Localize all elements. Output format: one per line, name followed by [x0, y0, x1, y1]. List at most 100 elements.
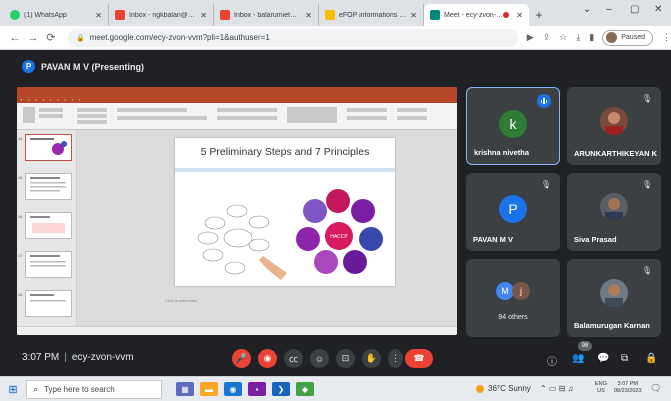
tab-whatsapp[interactable]: (1) WhatsApp ✕	[4, 4, 109, 26]
notes-pane[interactable]: Click to add notes	[165, 298, 197, 303]
profile-status: Paused	[621, 34, 645, 41]
others-avatars: M j	[496, 282, 530, 300]
chrome-icon[interactable]: ◉	[224, 382, 242, 396]
share-icon[interactable]: ⇪	[543, 32, 551, 43]
app-icon[interactable]: ▪	[248, 382, 266, 396]
close-window-button[interactable]: ✕	[654, 4, 662, 15]
participant-tile-arunkarthikeyan[interactable]: 🎙 ARUNKARTHIKEYAN K	[567, 87, 661, 165]
chat-icon[interactable]: 💬	[597, 353, 609, 364]
meeting-details-icon[interactable]: ⓘ	[547, 353, 557, 368]
meet-icon	[430, 10, 440, 20]
slide-thumbnail[interactable]	[25, 251, 72, 278]
speaking-indicator-icon	[537, 94, 551, 108]
mic-off-icon: 🎙	[641, 266, 652, 275]
slide-thumbnail[interactable]	[25, 290, 72, 317]
tab-title: Meet - ecy-zvon-vvm	[444, 11, 504, 19]
participant-name: ARUNKARTHIKEYAN K	[574, 149, 658, 158]
ppt-ribbon	[17, 103, 457, 130]
others-count: 94 others	[498, 314, 528, 321]
taskbar-clock[interactable]: 3:07 PM 08/23/2023	[614, 381, 642, 395]
profile-button[interactable]: Paused	[602, 29, 653, 46]
taskbar-search-input[interactable]: ⌕ Type here to search	[26, 379, 162, 399]
close-tab-icon[interactable]: ✕	[410, 11, 417, 20]
close-tab-icon[interactable]: ✕	[200, 11, 207, 20]
presenter-avatar: P	[22, 60, 35, 73]
weather-widget[interactable]: 36°C Sunny	[476, 384, 531, 393]
search-placeholder: Type here to search	[44, 384, 115, 394]
notification-icon[interactable]: 🗨	[650, 383, 661, 394]
captions-button[interactable]: ㏄	[284, 349, 303, 368]
close-tab-icon[interactable]: ✕	[516, 11, 523, 20]
url-input[interactable]: 🔒 meet.google.com/ecy-zvon-vvm?pli=1&aut…	[67, 28, 518, 47]
emoji-icon: ☺	[314, 353, 325, 364]
participant-tile-siva[interactable]: 🎙 Siva Prasad	[567, 173, 661, 251]
presentation-screen: ▪ ▪ ▪ ▪ ▪ ▪ ▪ ▪ ▪ 14 15 16 17 18 5 Preli…	[17, 87, 457, 335]
participant-name: Siva Prasad	[574, 235, 617, 244]
tab-title: Inbox - balarumiet@gm	[234, 11, 302, 19]
forward-icon[interactable]: →	[24, 32, 42, 44]
participant-tile-others[interactable]: M j 94 others	[466, 259, 560, 337]
gmail-icon	[220, 10, 230, 20]
system-tray-icons[interactable]: ⌃ ▭ ⊟ ♫	[540, 384, 574, 393]
current-slide[interactable]: 5 Preliminary Steps and 7 Principles HAC…	[175, 138, 395, 286]
leave-call-button[interactable]: ☎	[405, 349, 433, 368]
close-tab-icon[interactable]: ✕	[95, 11, 102, 20]
activities-icon[interactable]: ⧉	[621, 353, 628, 364]
lock-icon[interactable]: 🔒	[76, 34, 85, 42]
restore-button[interactable]: ▢	[630, 4, 639, 15]
search-icon: ⌕	[33, 383, 39, 394]
minimize-button[interactable]: –	[606, 4, 612, 15]
slide-thumbnail[interactable]	[25, 134, 72, 161]
browser-tab-bar: (1) WhatsApp ✕ Inbox - ngkbalan@gmail ✕ …	[0, 0, 671, 26]
more-options-button[interactable]: ⋮	[388, 349, 403, 368]
participant-tile-pavan[interactable]: 🎙 P PAVAN M V	[466, 173, 560, 251]
haccp-diagram: HACCP	[197, 189, 383, 280]
lang-top: ENG	[595, 381, 607, 387]
app-icon[interactable]: ❯	[272, 382, 290, 396]
app-icon[interactable]: ◆	[296, 382, 314, 396]
slide-thumbnail[interactable]	[25, 212, 72, 239]
task-view-icon[interactable]: ▦	[176, 382, 194, 396]
file-explorer-icon[interactable]: ▬	[200, 382, 218, 396]
camera-toggle-button[interactable]: ◉	[258, 349, 277, 368]
raise-hand-button[interactable]: ✋	[362, 349, 381, 368]
menu-kebab-icon[interactable]: ⋮	[662, 32, 671, 43]
tab-google-drive[interactable]: eFOP informations - Goo ✕	[319, 4, 424, 26]
new-tab-button[interactable]: +	[529, 4, 549, 26]
hand-icon: ✋	[365, 353, 378, 363]
address-bar: ← → ⟳ 🔒 meet.google.com/ecy-zvon-vvm?pli…	[0, 26, 671, 50]
slide-thumbnails: 14 15 16 17 18	[17, 130, 77, 326]
reactions-button[interactable]: ☺	[310, 349, 329, 368]
more-vert-icon: ⋮	[391, 353, 400, 363]
people-icon[interactable]: 👥	[572, 353, 584, 364]
participant-tile-balamurugan[interactable]: 🎙 Balamurugan Karnan	[567, 259, 661, 337]
reload-icon[interactable]: ⟳	[42, 31, 60, 44]
mic-off-icon: 🎙	[540, 180, 551, 189]
recording-dot-icon	[503, 12, 510, 18]
phone-hangup-icon: ☎	[413, 353, 425, 363]
mic-toggle-button[interactable]: 🎤	[232, 349, 251, 368]
slide-canvas: 5 Preliminary Steps and 7 Principles HAC…	[77, 130, 457, 326]
drive-icon	[325, 10, 335, 20]
sidepanel-icon[interactable]: ▮	[589, 32, 594, 43]
participant-name: PAVAN M V	[473, 235, 514, 244]
participant-name: krishna nivetha	[474, 148, 530, 157]
present-button[interactable]: ⊡	[336, 349, 355, 368]
participant-tile-krishna[interactable]: k krishna nivetha	[466, 87, 560, 165]
tab-meet[interactable]: Meet - ecy-zvon-vvm ✕	[424, 4, 529, 26]
host-controls-icon[interactable]: 🔒	[645, 353, 657, 364]
close-tab-icon[interactable]: ✕	[305, 11, 312, 20]
meet-stage: P PAVAN M V (Presenting) ▪ ▪ ▪ ▪ ▪ ▪ ▪ ▪ ▪ 14	[0, 50, 671, 376]
tab-search-icon[interactable]: ⌄	[583, 4, 591, 15]
download-icon[interactable]: ⤓	[576, 32, 580, 43]
tab-gmail-inbox-2[interactable]: Inbox - balarumiet@gm ✕	[214, 4, 319, 26]
weather-text: 36°C Sunny	[488, 384, 531, 393]
windows-start-icon[interactable]: ⊞	[0, 383, 26, 396]
language-indicator[interactable]: ENG US	[595, 381, 607, 395]
slide-thumbnail[interactable]	[25, 173, 72, 200]
camera-in-use-icon[interactable]: ▶	[527, 32, 534, 43]
whatsapp-icon	[10, 10, 20, 20]
bookmark-star-icon[interactable]: ☆	[559, 32, 567, 43]
tab-gmail-inbox-1[interactable]: Inbox - ngkbalan@gmail ✕	[109, 4, 214, 26]
back-icon[interactable]: ←	[6, 32, 24, 44]
